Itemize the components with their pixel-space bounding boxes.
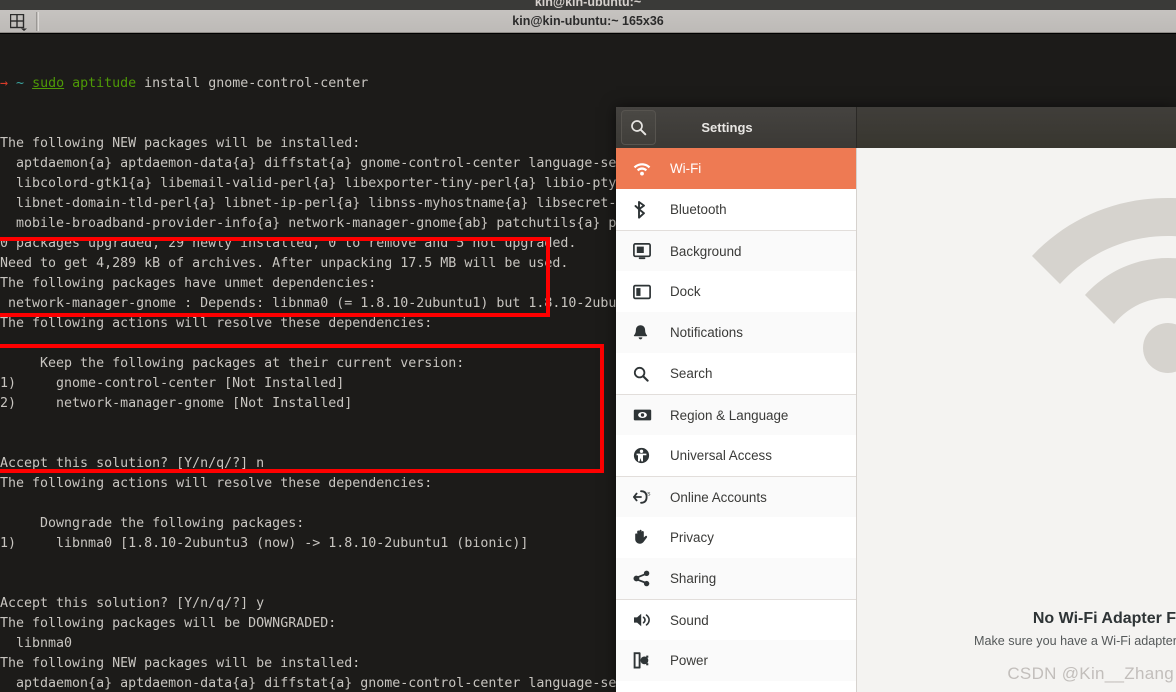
sidebar-item-label: Sound (670, 612, 709, 628)
wifi-icon (633, 159, 659, 179)
terminal-window-title: kin@kin-ubuntu:~ 165x36 (512, 14, 664, 28)
sidebar-item-label: Region & Language (670, 407, 789, 423)
bell-icon (633, 323, 659, 343)
sidebar-item-label: Notifications (670, 325, 743, 340)
sidebar-item-label: Online Accounts (670, 489, 767, 505)
sidebar-item-label: Bluetooth (670, 202, 727, 217)
sidebar-item-power[interactable]: Power (616, 640, 856, 681)
accessibility-icon (633, 446, 659, 466)
sidebar-item-label: Sharing (670, 571, 717, 586)
search-icon[interactable] (621, 110, 656, 145)
online-accounts-icon: s (633, 487, 659, 507)
settings-window: Settings Wi-Fi Bluetooth Background Dock Not… (616, 107, 1176, 692)
sidebar-item-dock[interactable]: Dock (616, 271, 856, 312)
settings-sidebar-header: Settings (616, 107, 857, 148)
no-wifi-title: No Wi-Fi Adapter Found (1032, 610, 1176, 627)
search-icon (633, 364, 659, 384)
sidebar-item-label: Wi-Fi (670, 161, 702, 176)
svg-text:s: s (647, 491, 650, 498)
settings-sidebar[interactable]: Wi-Fi Bluetooth Background Dock Notification… (616, 148, 857, 692)
background-icon (633, 241, 659, 261)
prompt-sudo: sudo (32, 76, 65, 91)
prompt-path: ~ (16, 76, 25, 91)
sidebar-item-search[interactable]: Search (616, 353, 856, 394)
sidebar-item-label: Privacy (670, 530, 714, 545)
terminal-prompt-line: → ~ sudo aptitude install gnome-control-… (0, 74, 1176, 94)
bluetooth-icon (633, 200, 659, 220)
sidebar-item-notifications[interactable]: Notifications (616, 312, 856, 353)
sidebar-item-sound[interactable]: Sound (616, 599, 856, 640)
sidebar-item-universal-access[interactable]: Universal Access (616, 435, 856, 476)
sidebar-item-label: Background (670, 243, 742, 259)
dock-icon (633, 282, 659, 302)
no-wifi-subtitle: Make sure you have a Wi-Fi adapter plugg… (974, 634, 1176, 648)
sidebar-item-bluetooth[interactable]: Bluetooth (616, 189, 856, 230)
prompt-args: install gnome-control-center (136, 76, 369, 91)
sidebar-item-sharing[interactable]: Sharing (616, 558, 856, 599)
screen: kin@kin-ubuntu:~ kin@kin-ubuntu:~ 165x36… (0, 0, 1176, 692)
sidebar-item-label: Power (670, 653, 708, 668)
sidebar-item-background[interactable]: Background (616, 230, 856, 271)
sidebar-item-privacy[interactable]: Privacy (616, 517, 856, 558)
share-icon (633, 569, 659, 589)
power-plug-icon (633, 651, 659, 671)
terminal-titlebar[interactable]: kin@kin-ubuntu:~ 165x36 (0, 10, 1176, 33)
sidebar-item-label: Dock (670, 284, 701, 299)
prompt-command: aptitude (72, 76, 137, 91)
large-wifi-icon (1032, 198, 1176, 373)
gnome-top-bar-title: kin@kin-ubuntu:~ (534, 0, 642, 9)
gnome-top-bar: kin@kin-ubuntu:~ (0, 0, 1176, 10)
prompt-arrow: → (0, 76, 9, 91)
settings-headerbar: Settings (616, 107, 1176, 148)
settings-content-pane: No Wi-Fi Adapter Found Make sure you hav… (857, 148, 1176, 692)
sidebar-item-region-language[interactable]: Region & Language (616, 394, 856, 435)
sidebar-item-online-accounts[interactable]: s Online Accounts (616, 476, 856, 517)
watermark: CSDN @Kin__Zhang (1007, 664, 1174, 683)
region-language-icon (633, 405, 659, 425)
speaker-icon (633, 610, 659, 630)
sidebar-item-label: Universal Access (670, 448, 772, 463)
settings-content-header (857, 107, 1176, 148)
hand-icon (633, 528, 659, 548)
sidebar-item-label: Search (670, 366, 713, 381)
settings-body: Wi-Fi Bluetooth Background Dock Notification… (616, 148, 1176, 692)
sidebar-item-wi-fi[interactable]: Wi-Fi (616, 148, 856, 189)
